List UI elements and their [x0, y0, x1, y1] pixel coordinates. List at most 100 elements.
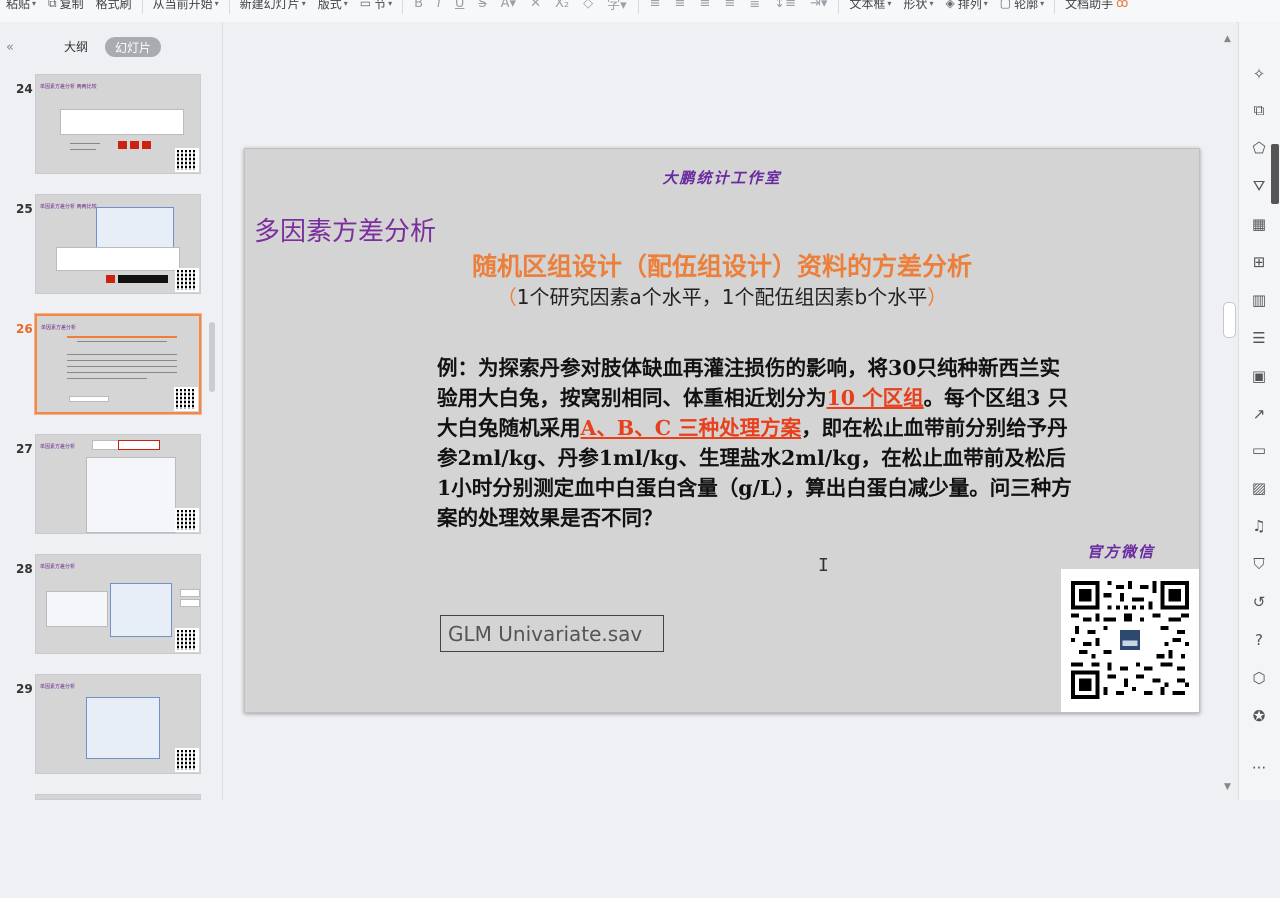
table-icon[interactable]: ▦ — [1249, 214, 1269, 234]
highlight-blocks: 10 个区组 — [826, 386, 924, 410]
thumbnail-title: 单因素方差分析 两两比较 — [40, 204, 97, 210]
slide-number: 29 — [16, 682, 33, 696]
new-slide-button[interactable]: 新建幻灯片 ▾ — [234, 0, 312, 11]
chevron-down-icon: ▾ — [301, 0, 306, 8]
thumbnail-marker — [130, 141, 139, 149]
thumbnail-marker — [118, 141, 127, 149]
indent-icon[interactable]: ⇥▾ — [803, 0, 834, 11]
text-cursor-icon: I — [818, 555, 829, 576]
line-spacing-icon[interactable]: ↕≡ — [767, 0, 803, 11]
clear-format-icon[interactable]: ✕ — [523, 0, 548, 11]
scrollbar-thumb[interactable] — [1223, 302, 1236, 338]
slide-thumbnail-selected[interactable]: 单因素方差分析 — [35, 314, 201, 414]
font-color-icon[interactable]: A▾ — [494, 0, 523, 11]
layers-icon: ◈ — [945, 0, 955, 10]
slide-thumbnail[interactable]: 单因素方差分析 — [35, 434, 201, 534]
outline-button[interactable]: ▢ 轮廓 ▾ — [994, 0, 1050, 11]
chevron-down-icon: ▾ — [1040, 0, 1045, 8]
thumbnail-title: 单因素方差分析 — [40, 684, 76, 690]
thumbnail-row[interactable]: 29 单因素方差分析 — [0, 674, 222, 778]
copy-icon[interactable]: ⧉ — [1249, 100, 1269, 120]
thumbnail-row-active[interactable]: 26 单因素方差分析 — [0, 314, 222, 418]
example-text-block[interactable]: 例：为探索丹参对肢体缺血再灌注损伤的影响，将30只纯种新西兰实验用大白兔，按窝别… — [437, 353, 1077, 533]
thumbnail-row[interactable]: 27 单因素方差分析 — [0, 434, 222, 538]
section-button[interactable]: ▭ 节 ▾ — [354, 0, 398, 11]
bold-icon[interactable]: B — [407, 0, 430, 11]
strikethrough-icon[interactable]: S — [471, 0, 493, 11]
slide-thumbnail[interactable]: 单因素方差分析 两两比较 — [35, 194, 201, 294]
help-icon[interactable]: ? — [1249, 630, 1269, 650]
distribute-icon[interactable]: ≣ — [742, 0, 767, 11]
thumbnail-row[interactable]: 28 单因素方差分析 — [0, 554, 222, 658]
qr-code-icon — [175, 268, 199, 292]
chart-icon[interactable]: ▥ — [1249, 290, 1269, 310]
align-center-icon[interactable]: ≡ — [668, 0, 693, 11]
thumbnail-title: 单因素方差分析 — [41, 325, 77, 331]
tab-slides[interactable]: 幻灯片 — [105, 37, 161, 57]
current-slide[interactable]: 大鹏统计工作室 多因素方差分析 随机区组设计（配伍组设计）资料的方差分析 （1个… — [244, 148, 1200, 713]
thumbnail-marker — [118, 275, 168, 283]
qr-code-icon — [175, 748, 199, 772]
align-left-icon[interactable]: ≡ — [643, 0, 668, 11]
thumbnail-spreadsheet — [86, 457, 176, 533]
sidebar-scrollbar[interactable] — [1271, 144, 1279, 204]
doc-assistant-button[interactable]: 文档助手 ꝏ — [1059, 0, 1137, 11]
thumbnail-row[interactable]: 24 单因素方差分析 两两比较 — [0, 74, 222, 178]
align-right-icon[interactable]: ≡ — [692, 0, 717, 11]
play-from-current-button[interactable]: 从当前开始 ▾ — [147, 0, 225, 11]
thumbnail-title: 单因素方差分析 — [40, 564, 76, 570]
layout-button[interactable]: 版式 ▾ — [312, 0, 354, 11]
audio-icon[interactable]: ♫ — [1249, 516, 1269, 536]
thumbnail-row[interactable] — [0, 794, 222, 898]
subscript-icon[interactable]: X₂ — [548, 0, 576, 11]
more-icon[interactable]: ··· — [1249, 758, 1269, 778]
history-icon[interactable]: ↺ — [1249, 592, 1269, 612]
image-icon[interactable]: ▨ — [1249, 478, 1269, 498]
copy-button[interactable]: ⧉ 复制 — [42, 0, 90, 11]
tab-outline[interactable]: 大纲 — [64, 38, 88, 55]
slide-thumbnail[interactable] — [35, 794, 201, 800]
slide-thumbnail[interactable]: 单因素方差分析 两两比较 — [35, 74, 201, 174]
format-painter-button[interactable]: 格式刷 — [90, 0, 138, 11]
paint-icon[interactable]: ⛛ — [1249, 176, 1269, 196]
arrange-button[interactable]: ◈ 排列 ▾ — [939, 0, 993, 11]
italic-icon[interactable]: I — [430, 0, 448, 11]
thumbnail-line — [67, 360, 177, 361]
share-icon[interactable]: ↗ — [1249, 404, 1269, 424]
cube-icon[interactable]: ⬡ — [1249, 668, 1269, 688]
shield-icon[interactable]: ⛉ — [1249, 554, 1269, 574]
shape-button[interactable]: 形状 ▾ — [897, 0, 939, 11]
slide-thumbnail[interactable]: 单因素方差分析 — [35, 554, 201, 654]
scroll-up-icon[interactable]: ▲ — [1224, 34, 1231, 44]
text-box-button[interactable]: 文本框 ▾ — [843, 0, 897, 11]
slide-title[interactable]: 多因素方差分析 — [254, 211, 436, 248]
justify-icon[interactable]: ≡ — [717, 0, 742, 11]
chevron-down-icon: ▾ — [32, 0, 37, 8]
chevron-down-icon: ▾ — [887, 0, 892, 8]
eraser-icon[interactable]: ◇ — [576, 0, 600, 11]
archive-icon[interactable]: ▭ — [1249, 440, 1269, 460]
slide-subtitle[interactable]: 随机区组设计（配伍组设计）资料的方差分析 — [245, 247, 1199, 283]
adjust-icon[interactable]: ☰ — [1249, 328, 1269, 348]
thumbnail-scrollbar[interactable] — [209, 322, 215, 392]
canvas-scrollbar[interactable]: ▲ ▼ — [1222, 22, 1236, 800]
paren-close: ） — [927, 285, 948, 309]
slide-thumbnail[interactable]: 单因素方差分析 — [35, 674, 201, 774]
underline-icon[interactable]: U — [448, 0, 472, 11]
pin-icon[interactable]: ✧ — [1249, 64, 1269, 84]
scroll-down-icon[interactable]: ▼ — [1224, 782, 1231, 792]
badge-icon[interactable]: ✪ — [1249, 706, 1269, 726]
thumbnail-row[interactable]: 25 单因素方差分析 两两比较 — [0, 194, 222, 298]
phonetic-icon[interactable]: 字▾ — [600, 0, 634, 13]
highlight-treatments: A、B、C 三种处理方案 — [580, 416, 802, 440]
data-file-link[interactable]: GLM Univariate.sav — [440, 615, 664, 652]
paste-button[interactable]: 粘贴 ▾ — [0, 0, 42, 11]
chevron-down-icon: ▾ — [343, 0, 348, 8]
collapse-panel-icon[interactable]: « — [6, 40, 14, 55]
shapes-icon[interactable]: ⬠ — [1249, 138, 1269, 158]
grid-icon[interactable]: ⊞ — [1249, 252, 1269, 272]
picture-import-icon[interactable]: ▣ — [1249, 366, 1269, 386]
qr-code-icon — [1071, 581, 1189, 699]
right-task-sidebar: ✧ ⧉ ⬠ ⛛ ▦ ⊞ ▥ ☰ ▣ ↗ ▭ ▨ ♫ ⛉ ↺ ? ⬡ ✪ ··· — [1238, 22, 1280, 800]
slide-subtitle-detail[interactable]: （1个研究因素a个水平，1个配伍组因素b个水平） — [245, 281, 1199, 310]
